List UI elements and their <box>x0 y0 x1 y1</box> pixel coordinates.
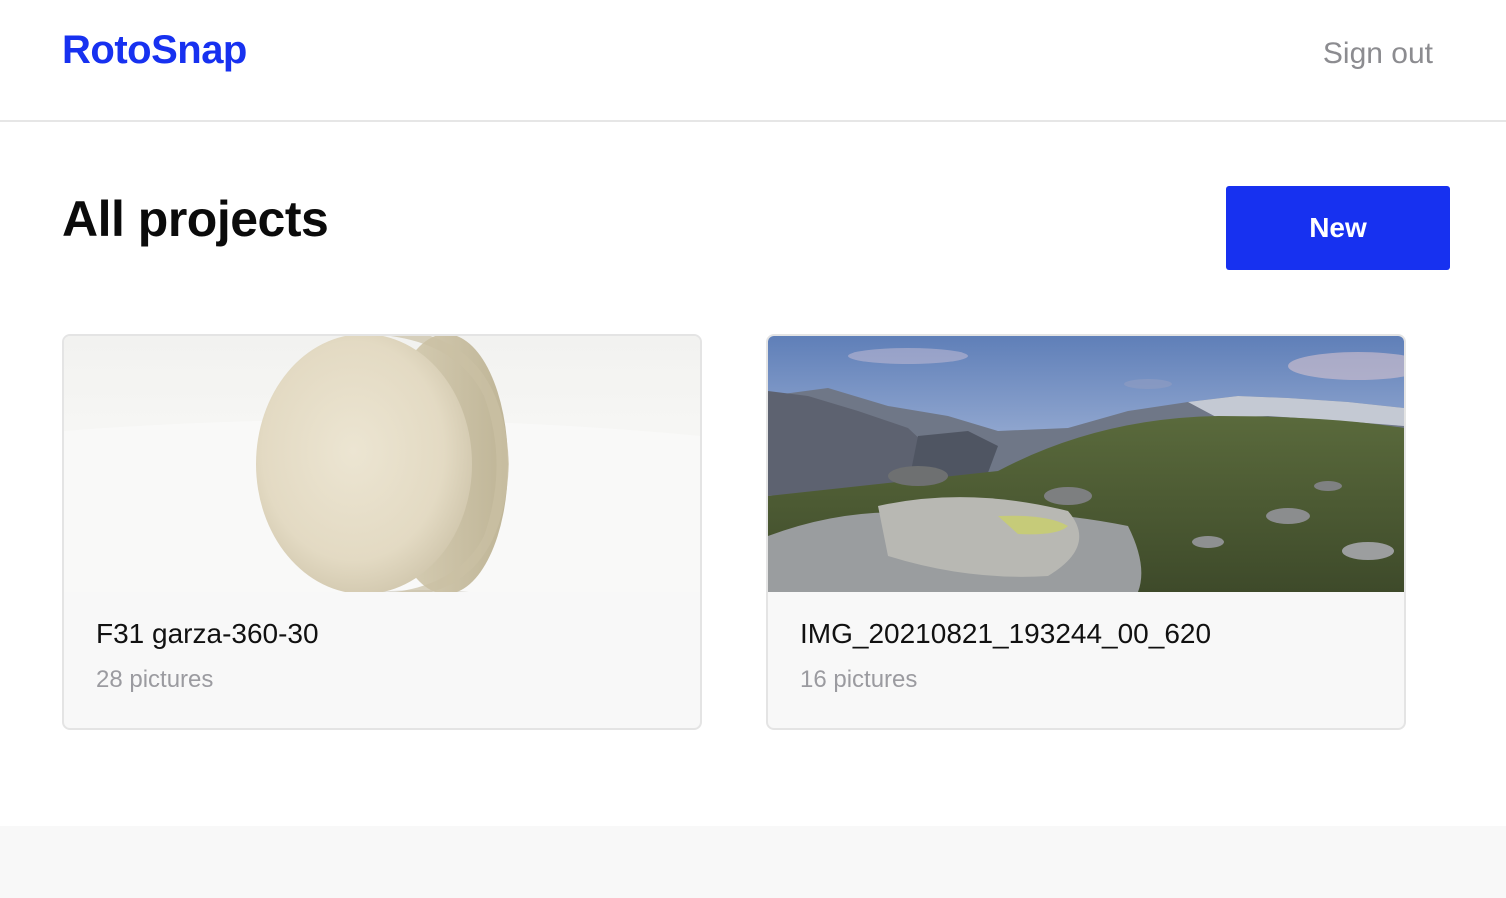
sign-out-link[interactable]: Sign out <box>1323 37 1433 71</box>
project-name: F31 garza-360-30 <box>96 618 319 649</box>
page-title: All projects <box>62 191 329 247</box>
project-card[interactable]: IMG_20210821_193244_00_620 16 pictures <box>766 334 1406 730</box>
page-footer <box>0 826 1506 898</box>
app-root: RotoSnap Sign out All projects New F31 g… <box>0 0 1506 898</box>
project-thumbnail-image <box>768 336 1404 592</box>
project-name: IMG_20210821_193244_00_620 <box>800 618 1212 649</box>
project-card[interactable]: F31 garza-360-30 28 pictures <box>62 334 702 730</box>
project-picture-count: 16 pictures <box>800 666 918 693</box>
project-thumbnail-image <box>64 336 700 592</box>
new-project-button[interactable]: New <box>1226 186 1450 270</box>
project-picture-count: 28 pictures <box>96 666 214 693</box>
brand-logo[interactable]: RotoSnap <box>62 28 247 73</box>
top-header: RotoSnap Sign out <box>0 0 1506 122</box>
